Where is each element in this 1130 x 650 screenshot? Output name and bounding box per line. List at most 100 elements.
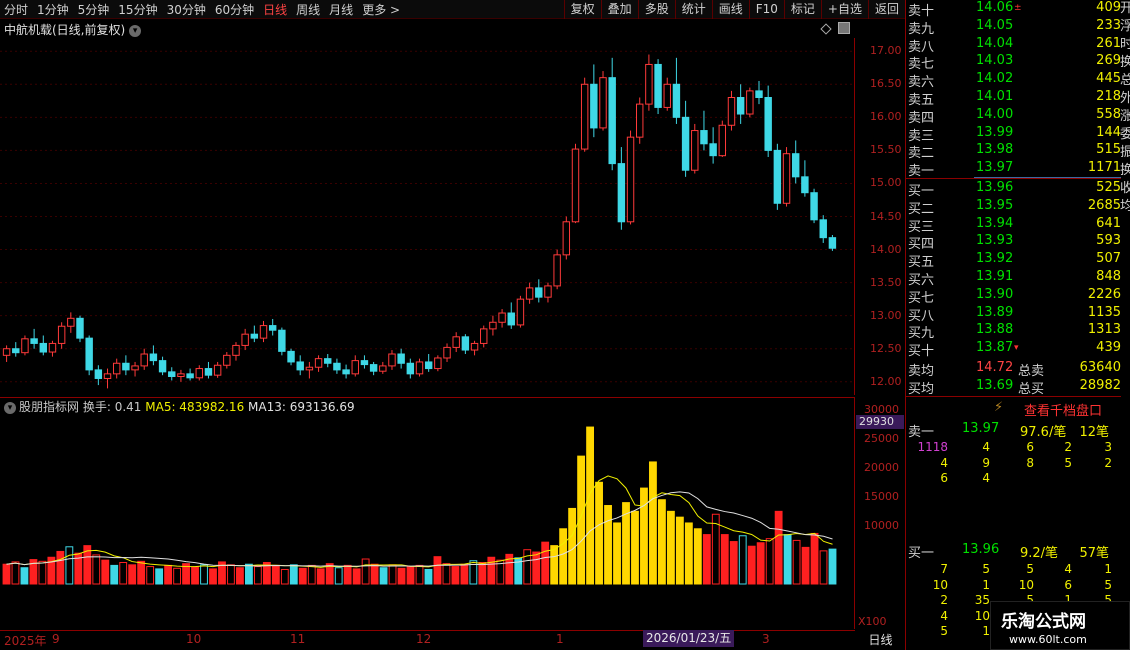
volume-bar <box>415 564 424 585</box>
period-tab-3[interactable]: 15分钟 <box>118 1 157 18</box>
candle-body <box>268 325 277 331</box>
period-tab-4[interactable]: 30分钟 <box>167 1 206 18</box>
watermark-title: 乐淘公式网 <box>1001 612 1086 632</box>
volume-bar <box>541 541 550 585</box>
candle-body <box>626 136 635 223</box>
volume-bar <box>20 567 29 585</box>
volume-chart-panel[interactable] <box>0 397 855 629</box>
diamond-icon[interactable] <box>820 23 832 35</box>
tool-button-4[interactable]: 画线 <box>711 0 749 19</box>
bid-level-row[interactable]: 买四 13.93 593 <box>906 233 1121 252</box>
candle-body <box>544 285 552 298</box>
volume-bar <box>236 567 244 585</box>
ask-level-row[interactable]: 卖九 14.05 233 <box>906 18 1121 37</box>
period-tabs: 分时 1分钟 5分钟 15分钟 30分钟 60分钟 日线 周线 月线 更多 > <box>4 0 400 19</box>
period-tab-9[interactable]: 更多 > <box>362 1 400 18</box>
strip-label-char: 浮 <box>1120 19 1130 34</box>
ask-queue-count: 12笔 <box>1079 425 1109 440</box>
bid-level-row[interactable]: 买九 13.88 1313 <box>906 322 1121 341</box>
candle-body <box>590 83 598 129</box>
level-price: 14.03 <box>976 53 1014 69</box>
candlestick-chart-panel[interactable] <box>0 38 855 395</box>
volume-bar <box>164 564 173 585</box>
ask-level-row[interactable]: 卖一 13.97 1171 <box>906 160 1121 179</box>
bid-level-row[interactable]: 买三 13.94 641 <box>906 216 1121 235</box>
candle-body <box>617 163 626 223</box>
tool-button-8[interactable]: 返回 <box>867 0 905 19</box>
volume-bar <box>244 563 253 585</box>
tool-button-7[interactable]: +自选 <box>820 0 868 19</box>
ask-level-row[interactable]: 卖十 14.06 409 ± <box>906 0 1121 19</box>
tool-button-6[interactable]: 标记 <box>783 0 821 19</box>
date-tick-label: 2025年 <box>4 634 47 648</box>
quote-labels-strip: 开浮时换总外涨委振换收均 <box>1120 0 1130 650</box>
price-tick-label: 13.00 <box>870 308 902 322</box>
candle-body <box>94 369 103 379</box>
tool-button-0[interactable]: 复权 <box>563 0 601 19</box>
volume-chart[interactable] <box>0 398 855 630</box>
candle-body <box>379 365 387 372</box>
level-quantity: 439 <box>1096 340 1121 356</box>
ask-level-row[interactable]: 卖四 14.00 558 <box>906 107 1121 126</box>
chevron-down-icon[interactable]: ▾ <box>129 24 142 37</box>
candle-body <box>480 328 488 344</box>
bid-level-row[interactable]: 买六 13.91 848 <box>906 269 1121 288</box>
period-tab-6[interactable]: 日线 <box>263 1 287 18</box>
window-toggle-icon[interactable] <box>838 22 850 34</box>
tool-button-1[interactable]: 叠加 <box>600 0 638 19</box>
period-tab-5[interactable]: 60分钟 <box>215 1 254 18</box>
ask-level-row[interactable]: 卖七 14.03 269 <box>906 53 1121 72</box>
volume-bar <box>568 507 577 585</box>
volume-bar <box>559 528 568 585</box>
depth-view-button[interactable]: 查看千档盘口 <box>1024 400 1102 419</box>
tool-button-3[interactable]: 统计 <box>674 0 712 19</box>
candle-body <box>415 361 424 375</box>
ask-level-row[interactable]: 卖三 13.99 144 <box>906 125 1121 144</box>
candle-body <box>360 360 369 366</box>
strip-label-char: 时 <box>1120 37 1130 52</box>
ask-level-row[interactable]: 卖六 14.02 445 <box>906 71 1121 90</box>
ask-level-row[interactable]: 卖八 14.04 261 <box>906 35 1121 55</box>
candlestick-chart[interactable] <box>0 38 855 395</box>
level-price: 13.97 <box>976 160 1014 176</box>
candle-body <box>406 362 415 375</box>
volume-axis: 30000 25000 20000 15000 10000 <box>856 398 904 630</box>
volume-bar <box>631 510 639 585</box>
volume-bar <box>38 560 47 585</box>
ask-level-row[interactable]: 卖五 14.01 218 <box>906 89 1121 108</box>
candle-body <box>2 348 11 356</box>
period-tab-1[interactable]: 1分钟 <box>37 1 69 18</box>
ask-level-row[interactable]: 卖二 13.98 515 <box>906 142 1121 161</box>
candle-body <box>140 353 148 367</box>
volume-bar <box>388 564 397 585</box>
volume-bar <box>702 534 711 585</box>
candle-body <box>195 368 203 379</box>
bid-level-row[interactable]: 买五 13.92 507 <box>906 251 1121 270</box>
level-quantity: 507 <box>1096 251 1121 267</box>
bid-level-row[interactable]: 买八 13.89 1135 <box>906 305 1121 324</box>
bid-level-row[interactable]: 买七 13.90 2226 <box>906 287 1121 306</box>
tool-button-5[interactable]: F10 <box>748 0 784 19</box>
volume-bar <box>101 559 110 585</box>
candle-body <box>369 364 378 372</box>
period-tab-daily[interactable]: 日线 <box>857 631 904 649</box>
period-tab-8[interactable]: 月线 <box>329 1 353 18</box>
volume-bar <box>658 499 666 585</box>
bid-level-row[interactable]: 买十 13.87 439 ▾ <box>906 340 1121 359</box>
bid-level-row[interactable]: 买一 13.96 525 <box>906 180 1121 199</box>
level-label: 卖九 <box>908 21 935 37</box>
level-price: 14.04 <box>976 35 1014 51</box>
order-book-panel: 卖十 14.06 409 ± 卖九 14.05 233 卖八 14.04 261 卖七 14.03 26… <box>905 0 1121 650</box>
tool-button-2[interactable]: 多股 <box>637 0 675 19</box>
period-tab-0[interactable]: 分时 <box>4 1 28 18</box>
candle-body <box>801 176 809 194</box>
period-tab-7[interactable]: 周线 <box>296 1 320 18</box>
tool-buttons: 复权 叠加 多股 统计 画线 F10 标记 +自选 返回 <box>563 0 905 19</box>
strip-label-char: 总 <box>1120 73 1130 88</box>
period-tab-2[interactable]: 5分钟 <box>78 1 110 18</box>
bid-level-row[interactable]: 买二 13.95 2685 <box>906 198 1121 217</box>
level-price: 13.98 <box>976 142 1014 158</box>
buy-total-label: 总买 <box>1018 382 1045 397</box>
volume-bar <box>586 426 595 585</box>
candle-body <box>645 63 653 105</box>
